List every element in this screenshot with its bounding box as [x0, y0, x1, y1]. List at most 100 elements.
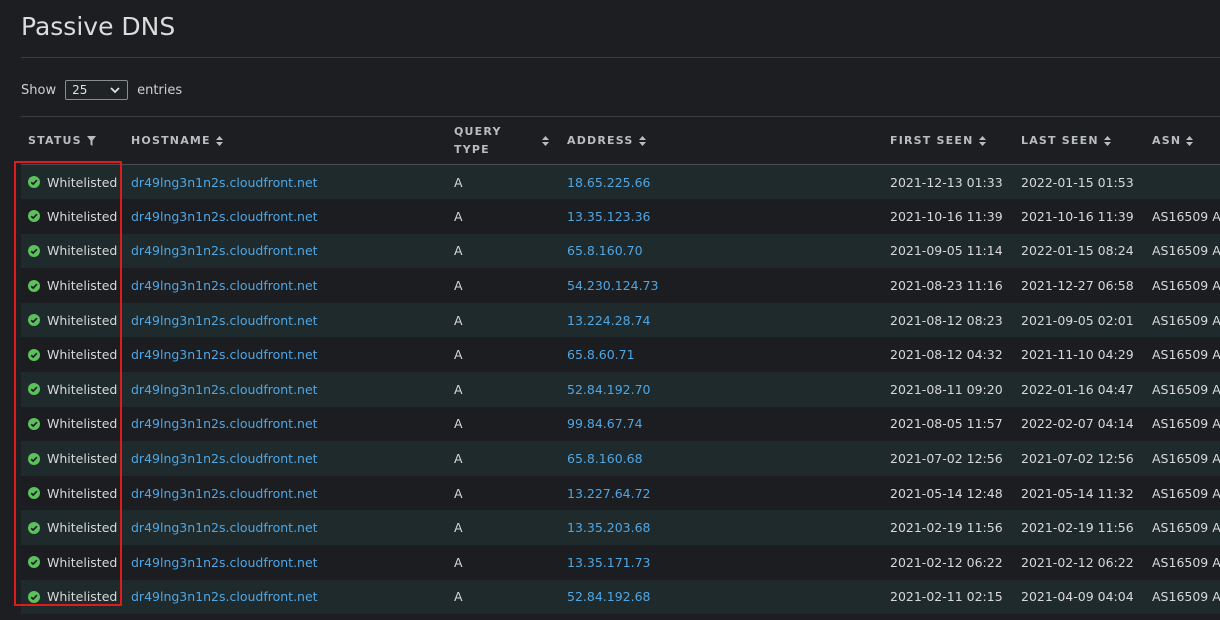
hostname-link[interactable]: dr49lng3n1n2s.cloudfront.net: [131, 486, 318, 501]
check-circle-icon: [28, 556, 40, 569]
table-row: Whitelisted dr49lng3n1n2s.cloudfront.net…: [21, 372, 1220, 407]
column-header-asn[interactable]: ASN: [1145, 117, 1220, 165]
address-cell: 13.227.64.72: [560, 476, 883, 511]
table-row: Whitelisted dr49lng3n1n2s.cloudfront.net…: [21, 302, 1220, 338]
table-row: Whitelisted dr49lng3n1n2s.cloudfront.net…: [21, 441, 1220, 476]
asn-cell: AS16509 AM: [1152, 485, 1220, 501]
first-seen-cell: 2021-05-14 12:48: [890, 485, 1003, 501]
hostname-cell: dr49lng3n1n2s.cloudfront.net: [124, 234, 447, 269]
first-seen-cell: 2021-08-23 11:16: [890, 278, 1003, 294]
query-type-cell: A: [454, 381, 463, 397]
column-header-query-type[interactable]: QUERY TYPE: [447, 117, 560, 165]
status-cell: Whitelisted: [21, 165, 124, 200]
column-header-first-seen[interactable]: FIRST SEEN: [883, 117, 1014, 165]
hostname-link[interactable]: dr49lng3n1n2s.cloudfront.net: [131, 313, 318, 328]
status-cell: Whitelisted: [21, 268, 124, 303]
hostname-cell: dr49lng3n1n2s.cloudfront.net: [124, 441, 447, 476]
address-link[interactable]: 13.35.171.73: [567, 555, 651, 570]
first-seen-cell: 2021-02-12 06:22: [890, 554, 1003, 570]
address-link[interactable]: 65.8.160.68: [567, 451, 643, 466]
last-seen-cell: 2021-04-09 04:04: [1021, 589, 1134, 605]
hostname-link[interactable]: dr49lng3n1n2s.cloudfront.net: [131, 589, 318, 604]
hostname-link[interactable]: dr49lng3n1n2s.cloudfront.net: [131, 175, 318, 190]
first-seen-cell: 2021-02-11 02:15: [890, 589, 1003, 605]
address-cell: 52.84.192.70: [560, 372, 883, 407]
address-link[interactable]: 13.227.64.72: [567, 486, 651, 501]
hostname-cell: dr49lng3n1n2s.cloudfront.net: [124, 580, 447, 615]
address-link[interactable]: 52.84.192.70: [567, 382, 651, 397]
entries-label: entries: [137, 82, 183, 98]
hostname-link[interactable]: dr49lng3n1n2s.cloudfront.net: [131, 347, 318, 362]
table-row: Whitelisted dr49lng3n1n2s.cloudfront.net…: [21, 164, 1220, 200]
address-link[interactable]: 99.84.67.74: [567, 416, 643, 431]
last-seen-cell: 2021-12-27 06:58: [1021, 278, 1134, 294]
sort-icon: [215, 135, 223, 146]
last-seen-cell: 2022-01-15 08:24: [1021, 243, 1134, 259]
status-cell: Whitelisted: [21, 476, 124, 511]
filter-icon[interactable]: [86, 135, 96, 146]
asn-cell: AS16509 AM: [1152, 589, 1220, 605]
hostname-link[interactable]: dr49lng3n1n2s.cloudfront.net: [131, 520, 318, 535]
address-link[interactable]: 13.35.203.68: [567, 520, 651, 535]
address-link[interactable]: 65.8.160.70: [567, 243, 643, 258]
check-circle-icon: [28, 590, 40, 603]
first-seen-cell: 2021-12-13 01:33: [890, 174, 1003, 190]
check-circle-icon: [28, 348, 40, 361]
status-text: Whitelisted: [47, 520, 118, 536]
check-circle-icon: [28, 383, 40, 396]
address-cell: 65.8.60.71: [560, 337, 883, 372]
page-title: Passive DNS: [21, 12, 176, 41]
status-text: Whitelisted: [47, 554, 118, 570]
status-text: Whitelisted: [47, 381, 118, 397]
table-row: Whitelisted dr49lng3n1n2s.cloudfront.net…: [21, 199, 1220, 234]
address-link[interactable]: 54.230.124.73: [567, 278, 658, 293]
query-type-cell: A: [454, 243, 463, 259]
hostname-link[interactable]: dr49lng3n1n2s.cloudfront.net: [131, 416, 318, 431]
hostname-link[interactable]: dr49lng3n1n2s.cloudfront.net: [131, 209, 318, 224]
table-row: Whitelisted dr49lng3n1n2s.cloudfront.net…: [21, 510, 1220, 546]
address-link[interactable]: 18.65.225.66: [567, 175, 651, 190]
asn-cell: AS16509 AM: [1152, 208, 1220, 224]
query-type-cell: A: [454, 312, 463, 328]
passive-dns-table: STATUS HOSTNAME QUERY TYPE ADDRESS FIRST…: [21, 116, 1220, 615]
status-text: Whitelisted: [47, 451, 118, 467]
column-header-last-seen[interactable]: LAST SEEN: [1014, 117, 1145, 165]
status-text: Whitelisted: [47, 416, 118, 432]
column-header-address[interactable]: ADDRESS: [560, 117, 883, 165]
hostname-cell: dr49lng3n1n2s.cloudfront.net: [124, 303, 447, 338]
status-cell: Whitelisted: [21, 199, 124, 234]
entries-per-page-select[interactable]: 25: [65, 80, 129, 100]
last-seen-cell: 2021-11-10 04:29: [1021, 347, 1134, 363]
status-text: Whitelisted: [47, 347, 118, 363]
column-header-hostname[interactable]: HOSTNAME: [124, 117, 447, 165]
last-seen-cell: 2021-10-16 11:39: [1021, 208, 1134, 224]
sort-icon: [542, 135, 549, 146]
address-cell: 65.8.160.70: [560, 234, 883, 269]
asn-cell: AS16509 AM: [1152, 381, 1220, 397]
query-type-cell: A: [454, 589, 463, 605]
hostname-link[interactable]: dr49lng3n1n2s.cloudfront.net: [131, 278, 318, 293]
first-seen-cell: 2021-08-12 04:32: [890, 347, 1003, 363]
table-row: Whitelisted dr49lng3n1n2s.cloudfront.net…: [21, 475, 1220, 511]
hostname-link[interactable]: dr49lng3n1n2s.cloudfront.net: [131, 243, 318, 258]
entries-length-control: Show 25 entries: [21, 80, 182, 100]
table-row: Whitelisted dr49lng3n1n2s.cloudfront.net…: [21, 545, 1220, 580]
hostname-link[interactable]: dr49lng3n1n2s.cloudfront.net: [131, 555, 318, 570]
last-seen-cell: 2021-07-02 12:56: [1021, 451, 1134, 467]
address-link[interactable]: 13.35.123.36: [567, 209, 651, 224]
query-type-cell: A: [454, 554, 463, 570]
address-link[interactable]: 65.8.60.71: [567, 347, 635, 362]
hostname-link[interactable]: dr49lng3n1n2s.cloudfront.net: [131, 451, 318, 466]
column-header-status[interactable]: STATUS: [21, 117, 124, 165]
address-cell: 99.84.67.74: [560, 407, 883, 442]
address-link[interactable]: 13.224.28.74: [567, 313, 651, 328]
status-text: Whitelisted: [47, 243, 118, 259]
hostname-cell: dr49lng3n1n2s.cloudfront.net: [124, 510, 447, 545]
query-type-cell: A: [454, 416, 463, 432]
check-circle-icon: [28, 417, 40, 430]
query-type-cell: A: [454, 208, 463, 224]
asn-cell: [1145, 165, 1220, 200]
address-link[interactable]: 52.84.192.68: [567, 589, 651, 604]
show-label: Show: [21, 82, 57, 98]
hostname-link[interactable]: dr49lng3n1n2s.cloudfront.net: [131, 382, 318, 397]
